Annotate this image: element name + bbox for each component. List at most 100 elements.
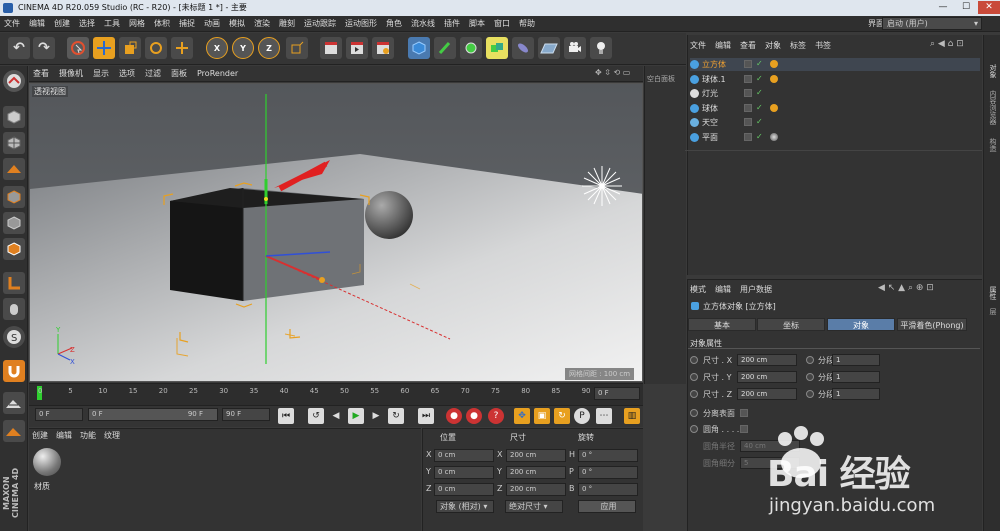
viewport-menu-item-4[interactable]: 过滤 <box>145 68 161 79</box>
menu-item-16[interactable]: 插件 <box>444 18 460 29</box>
object-row[interactable]: 立方体 ✓ <box>690 58 980 71</box>
frame-range-slider[interactable]: 0 F 90 F <box>88 408 218 421</box>
polygons-mode-button[interactable] <box>3 238 25 260</box>
floor-button[interactable] <box>538 37 560 59</box>
magnet-button[interactable] <box>3 360 25 382</box>
tag-icon[interactable] <box>770 118 778 126</box>
viewport-menu-item-3[interactable]: 选项 <box>119 68 135 79</box>
apply-button[interactable]: 应用 <box>578 500 636 513</box>
fillet-checkbox[interactable] <box>740 425 748 433</box>
camera-button[interactable] <box>564 37 586 59</box>
separate-surfaces-radio[interactable] <box>690 409 698 417</box>
attribute-tab-0[interactable]: 基本 <box>688 318 756 331</box>
points-mode-button[interactable] <box>3 186 25 208</box>
cube-object-button[interactable] <box>408 37 430 59</box>
menu-item-9[interactable]: 模拟 <box>229 18 245 29</box>
menu-item-4[interactable]: 工具 <box>104 18 120 29</box>
key-position-button[interactable]: ✥ <box>514 408 530 424</box>
redo-button[interactable]: ↷ <box>33 37 55 59</box>
enabled-check-icon[interactable]: ✓ <box>756 117 763 126</box>
enabled-check-icon[interactable]: ✓ <box>756 74 763 83</box>
object-row[interactable]: 球体.1 ✓ <box>690 73 980 86</box>
viewport-menu-item-1[interactable]: 摄像机 <box>59 68 83 79</box>
move-button[interactable] <box>93 37 115 59</box>
size-field[interactable]: 200 cm <box>737 388 797 400</box>
scale-button[interactable] <box>119 37 141 59</box>
attribute-nav-icons[interactable]: ◀ ↖ ▲ ⌕ ⊕ ⊡ <box>878 283 934 293</box>
size-radio[interactable] <box>690 356 698 364</box>
viewport-menu-item-2[interactable]: 显示 <box>93 68 109 79</box>
undo-button[interactable]: ↶ <box>8 37 30 59</box>
viewport-menu-item-5[interactable]: 面板 <box>171 68 187 79</box>
tab-objects[interactable]: 对象 <box>985 64 998 78</box>
attribute-tab-1[interactable]: 坐标 <box>757 318 825 331</box>
attribute-menu-item-0[interactable]: 模式 <box>690 284 706 295</box>
object-menu-item-2[interactable]: 查看 <box>740 40 756 51</box>
object-menu-item-1[interactable]: 编辑 <box>715 40 731 51</box>
render-settings-button[interactable] <box>372 37 394 59</box>
coord-pos-field[interactable]: 0 cm <box>434 483 494 496</box>
tag-icon[interactable] <box>770 132 778 141</box>
visibility-toggle[interactable] <box>744 89 752 97</box>
object-menu-item-4[interactable]: 标签 <box>790 40 806 51</box>
object-row[interactable]: 球体 ✓ <box>690 102 980 115</box>
attribute-tab-2[interactable]: 对象 <box>827 318 895 331</box>
visibility-toggle[interactable] <box>744 60 752 68</box>
size-mode-select[interactable]: 绝对尺寸 ▾ <box>505 500 563 513</box>
film-button[interactable]: ▥ <box>624 408 640 424</box>
enabled-check-icon[interactable]: ✓ <box>756 59 763 68</box>
coord-rot-field[interactable]: 0 ° <box>578 483 638 496</box>
key-param-button[interactable]: P <box>574 408 590 424</box>
y-axis-button[interactable]: Y <box>232 37 254 59</box>
menu-item-6[interactable]: 体积 <box>154 18 170 29</box>
coordinate-system-button[interactable] <box>286 37 308 59</box>
subdivision-button[interactable] <box>460 37 482 59</box>
pen-spline-button[interactable] <box>434 37 456 59</box>
goto-start-button[interactable]: ⏮ <box>278 408 294 424</box>
menu-item-7[interactable]: 捕捉 <box>179 18 195 29</box>
segment-field[interactable]: 1 <box>832 371 880 383</box>
tab-structure[interactable]: 构造 <box>985 138 998 152</box>
visibility-toggle[interactable] <box>744 132 752 141</box>
perspective-viewport[interactable]: Y Z X <box>29 83 643 382</box>
live-select-button[interactable] <box>67 37 89 59</box>
menu-item-15[interactable]: 流水线 <box>411 18 435 29</box>
segment-field[interactable]: 1 <box>832 388 880 400</box>
tab-content-browser[interactable]: 内容浏览器 <box>985 90 998 125</box>
coord-size-field[interactable]: 200 cm <box>506 466 566 479</box>
edges-mode-button[interactable] <box>3 212 25 234</box>
play-button[interactable]: ▶ <box>348 408 364 424</box>
tag-icon[interactable] <box>770 89 778 97</box>
menu-item-13[interactable]: 运动图形 <box>345 18 377 29</box>
menu-item-2[interactable]: 创建 <box>54 18 70 29</box>
coord-size-field[interactable]: 200 cm <box>506 483 566 496</box>
separate-surfaces-checkbox[interactable] <box>740 409 748 417</box>
maximize-button[interactable]: ☐ <box>955 1 977 14</box>
size-field[interactable]: 200 cm <box>737 354 797 366</box>
model-mode-button[interactable] <box>3 106 25 128</box>
coord-size-field[interactable]: 200 cm <box>506 449 566 462</box>
menu-item-12[interactable]: 运动跟踪 <box>304 18 336 29</box>
x-axis-button[interactable]: X <box>206 37 228 59</box>
menu-item-17[interactable]: 脚本 <box>469 18 485 29</box>
menu-item-11[interactable]: 雕刻 <box>279 18 295 29</box>
recent-tool-button[interactable] <box>171 37 193 59</box>
menu-item-8[interactable]: 动画 <box>204 18 220 29</box>
workplane-button[interactable] <box>3 158 25 180</box>
key-pla-button[interactable]: ⋯ <box>596 408 612 424</box>
object-manager-nav-icons[interactable]: ⌕ ◀ ⌂ ⊡ <box>930 39 964 49</box>
tweak-mode-button[interactable] <box>3 298 25 320</box>
object-menu-item-3[interactable]: 对象 <box>765 40 781 51</box>
close-button[interactable]: ✕ <box>978 1 1000 14</box>
segment-radio[interactable] <box>806 373 814 381</box>
end-frame-field[interactable]: 90 F <box>222 408 270 421</box>
material-swatch[interactable] <box>33 448 61 476</box>
coord-rot-field[interactable]: 0 ° <box>578 449 638 462</box>
autokey-button[interactable]: ● <box>466 408 482 424</box>
texture-mode-button[interactable] <box>3 132 25 154</box>
object-menu-item-0[interactable]: 文件 <box>690 40 706 51</box>
tag-icon[interactable] <box>770 74 778 83</box>
menu-item-3[interactable]: 选择 <box>79 18 95 29</box>
start-frame-field[interactable]: 0 F <box>35 408 83 421</box>
menu-item-5[interactable]: 网格 <box>129 18 145 29</box>
